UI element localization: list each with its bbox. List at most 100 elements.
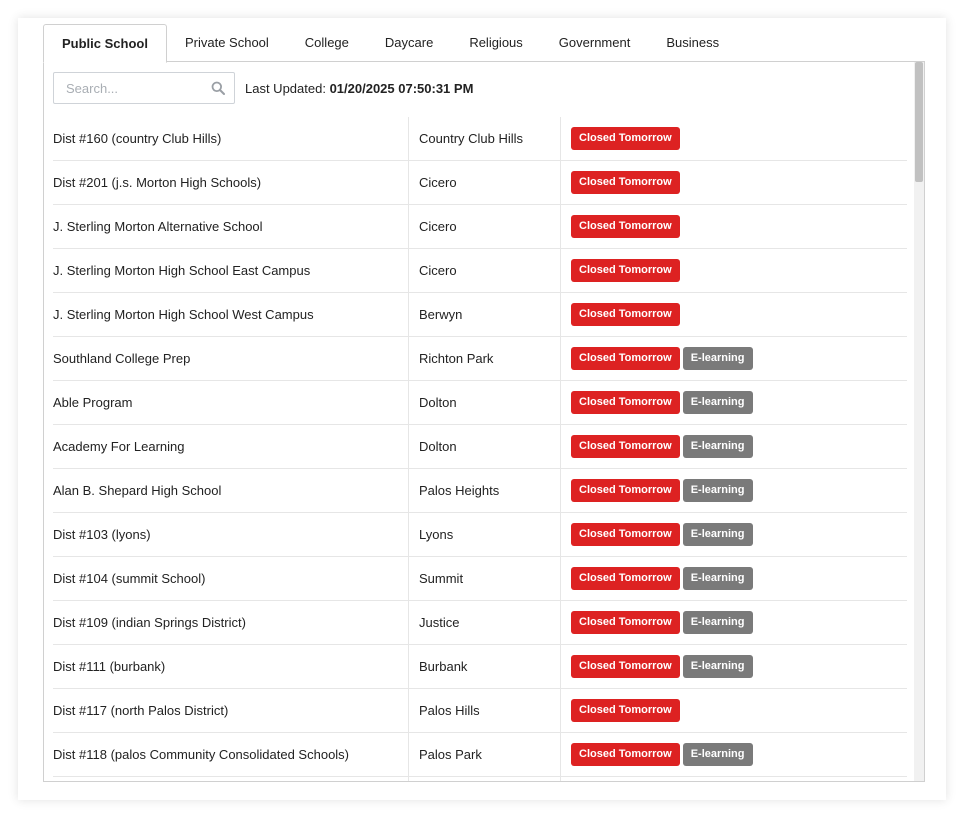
e-learning-badge: E-learning bbox=[682, 435, 753, 458]
closed-tomorrow-badge: Closed Tomorrow bbox=[571, 699, 680, 722]
school-name: J. Sterling Morton High School East Camp… bbox=[53, 248, 409, 293]
school-city: Lyons bbox=[408, 512, 561, 557]
status-cell: Closed Tomorrow E-learning bbox=[560, 468, 907, 513]
category-tabs: Public School Private School College Day… bbox=[43, 24, 925, 63]
last-updated: Last Updated: 01/20/2025 07:50:31 PM bbox=[245, 81, 473, 96]
school-name: J. Sterling Morton High School West Camp… bbox=[53, 292, 409, 337]
school-city: Palos Hills bbox=[408, 688, 561, 733]
e-learning-badge: E-learning bbox=[682, 655, 753, 678]
table-row: Dist #118 (palos Community Consolidated … bbox=[53, 732, 907, 777]
closed-tomorrow-badge: Closed Tomorrow bbox=[571, 611, 680, 634]
tab-panel: Last Updated: 01/20/2025 07:50:31 PM Dis… bbox=[43, 61, 925, 782]
school-city bbox=[408, 776, 561, 781]
scrollbar-thumb[interactable] bbox=[915, 62, 923, 182]
e-learning-badge: E-learning bbox=[682, 523, 753, 546]
table-row: J. Sterling Morton High School East Camp… bbox=[53, 248, 907, 293]
status-cell: Closed Tomorrow E-learning bbox=[560, 336, 907, 381]
school-city: Cicero bbox=[408, 248, 561, 293]
status-cell: Closed Tomorrow E-learning bbox=[560, 732, 907, 777]
school-city: Palos Park bbox=[408, 732, 561, 777]
e-learning-badge: E-learning bbox=[682, 743, 753, 766]
tab-college[interactable]: College bbox=[287, 24, 367, 61]
school-city: Cicero bbox=[408, 204, 561, 249]
status-cell: Closed Tomorrow E-learning bbox=[560, 512, 907, 557]
tab-business[interactable]: Business bbox=[648, 24, 737, 61]
status-cell: Closed Tomorrow bbox=[560, 204, 907, 249]
closed-tomorrow-badge: Closed Tomorrow bbox=[571, 127, 680, 150]
status-cell: Closed Tomorrow E-learning bbox=[560, 644, 907, 689]
status-cell: Closed Tomorrow E-learning bbox=[560, 380, 907, 425]
school-name: Able Program bbox=[53, 380, 409, 425]
school-name: Academy For Learning bbox=[53, 424, 409, 469]
table-row: Dist #111 (burbank) Burbank Closed Tomorro… bbox=[53, 644, 907, 689]
school-name bbox=[53, 776, 409, 781]
closed-tomorrow-badge: Closed Tomorrow bbox=[571, 655, 680, 678]
school-name: Dist #160 (country Club Hills) bbox=[53, 117, 409, 161]
tab-government[interactable]: Government bbox=[541, 24, 649, 61]
table-row: Dist #104 (summit School) Summit Closed To… bbox=[53, 556, 907, 601]
school-name: Dist #111 (burbank) bbox=[53, 644, 409, 689]
e-learning-badge: E-learning bbox=[682, 347, 753, 370]
school-name: Dist #201 (j.s. Morton High Schools) bbox=[53, 160, 409, 205]
school-city: Burbank bbox=[408, 644, 561, 689]
closed-tomorrow-badge: Closed Tomorrow bbox=[571, 171, 680, 194]
closed-tomorrow-badge: Closed Tomorrow bbox=[571, 259, 680, 282]
closed-tomorrow-badge: Closed Tomorrow bbox=[571, 479, 680, 502]
tab-religious[interactable]: Religious bbox=[451, 24, 540, 61]
table-row bbox=[53, 776, 907, 781]
closed-tomorrow-badge: Closed Tomorrow bbox=[571, 347, 680, 370]
search-input[interactable] bbox=[54, 73, 216, 103]
closed-tomorrow-badge: Closed Tomorrow bbox=[571, 215, 680, 238]
table-row: Dist #109 (indian Springs District) Justi… bbox=[53, 600, 907, 645]
status-cell: Closed Tomorrow bbox=[560, 248, 907, 293]
school-city: Richton Park bbox=[408, 336, 561, 381]
closed-tomorrow-badge: Closed Tomorrow bbox=[571, 743, 680, 766]
school-name: Southland College Prep bbox=[53, 336, 409, 381]
status-cell: Closed Tomorrow bbox=[560, 117, 907, 161]
table-row: Dist #103 (lyons) Lyons Closed Tomorrow E-l… bbox=[53, 512, 907, 557]
closings-table: Dist #160 (country Club Hills) Country Cl… bbox=[53, 117, 907, 781]
tab-private-school[interactable]: Private School bbox=[167, 24, 287, 61]
school-name: Dist #117 (north Palos District) bbox=[53, 688, 409, 733]
search-icon[interactable] bbox=[211, 81, 225, 95]
table-row: Able Program Dolton Closed Tomorrow E-learn… bbox=[53, 380, 907, 425]
table-row: Dist #117 (north Palos District) Palos Hi… bbox=[53, 688, 907, 733]
school-city: Berwyn bbox=[408, 292, 561, 337]
school-city: Palos Heights bbox=[408, 468, 561, 513]
closed-tomorrow-badge: Closed Tomorrow bbox=[571, 435, 680, 458]
school-name: J. Sterling Morton Alternative School bbox=[53, 204, 409, 249]
last-updated-value: 01/20/2025 07:50:31 PM bbox=[329, 80, 474, 96]
school-city: Country Club Hills bbox=[408, 117, 561, 161]
closings-table-wrap: Dist #160 (country Club Hills) Country Cl… bbox=[53, 117, 907, 781]
status-cell: Closed Tomorrow E-learning bbox=[560, 600, 907, 645]
closed-tomorrow-badge: Closed Tomorrow bbox=[571, 303, 680, 326]
school-city: Cicero bbox=[408, 160, 561, 205]
school-name: Dist #109 (indian Springs District) bbox=[53, 600, 409, 645]
closings-widget: Public School Private School College Day… bbox=[18, 18, 946, 800]
vertical-scrollbar[interactable] bbox=[914, 62, 924, 781]
status-cell bbox=[560, 776, 907, 781]
school-name: Alan B. Shepard High School bbox=[53, 468, 409, 513]
school-city: Summit bbox=[408, 556, 561, 601]
status-cell: Closed Tomorrow E-learning bbox=[560, 556, 907, 601]
school-city: Dolton bbox=[408, 380, 561, 425]
e-learning-badge: E-learning bbox=[682, 479, 753, 502]
table-row: Dist #160 (country Club Hills) Country Cl… bbox=[53, 117, 907, 161]
table-row: Southland College Prep Richton Park Closed… bbox=[53, 336, 907, 381]
tab-daycare[interactable]: Daycare bbox=[367, 24, 451, 61]
closed-tomorrow-badge: Closed Tomorrow bbox=[571, 391, 680, 414]
table-row: J. Sterling Morton Alternative School Cic… bbox=[53, 204, 907, 249]
e-learning-badge: E-learning bbox=[682, 567, 753, 590]
table-row: Alan B. Shepard High School Palos Heights… bbox=[53, 468, 907, 513]
school-name: Dist #103 (lyons) bbox=[53, 512, 409, 557]
tab-public-school[interactable]: Public School bbox=[43, 24, 167, 63]
table-row: Academy For Learning Dolton Closed Tomorro… bbox=[53, 424, 907, 469]
closed-tomorrow-badge: Closed Tomorrow bbox=[571, 567, 680, 590]
school-name: Dist #118 (palos Community Consolidated … bbox=[53, 732, 409, 777]
school-city: Dolton bbox=[408, 424, 561, 469]
status-cell: Closed Tomorrow bbox=[560, 292, 907, 337]
toolbar: Last Updated: 01/20/2025 07:50:31 PM bbox=[53, 71, 473, 105]
last-updated-label: Last Updated: bbox=[245, 80, 326, 96]
school-name: Dist #104 (summit School) bbox=[53, 556, 409, 601]
search-box bbox=[53, 72, 235, 104]
